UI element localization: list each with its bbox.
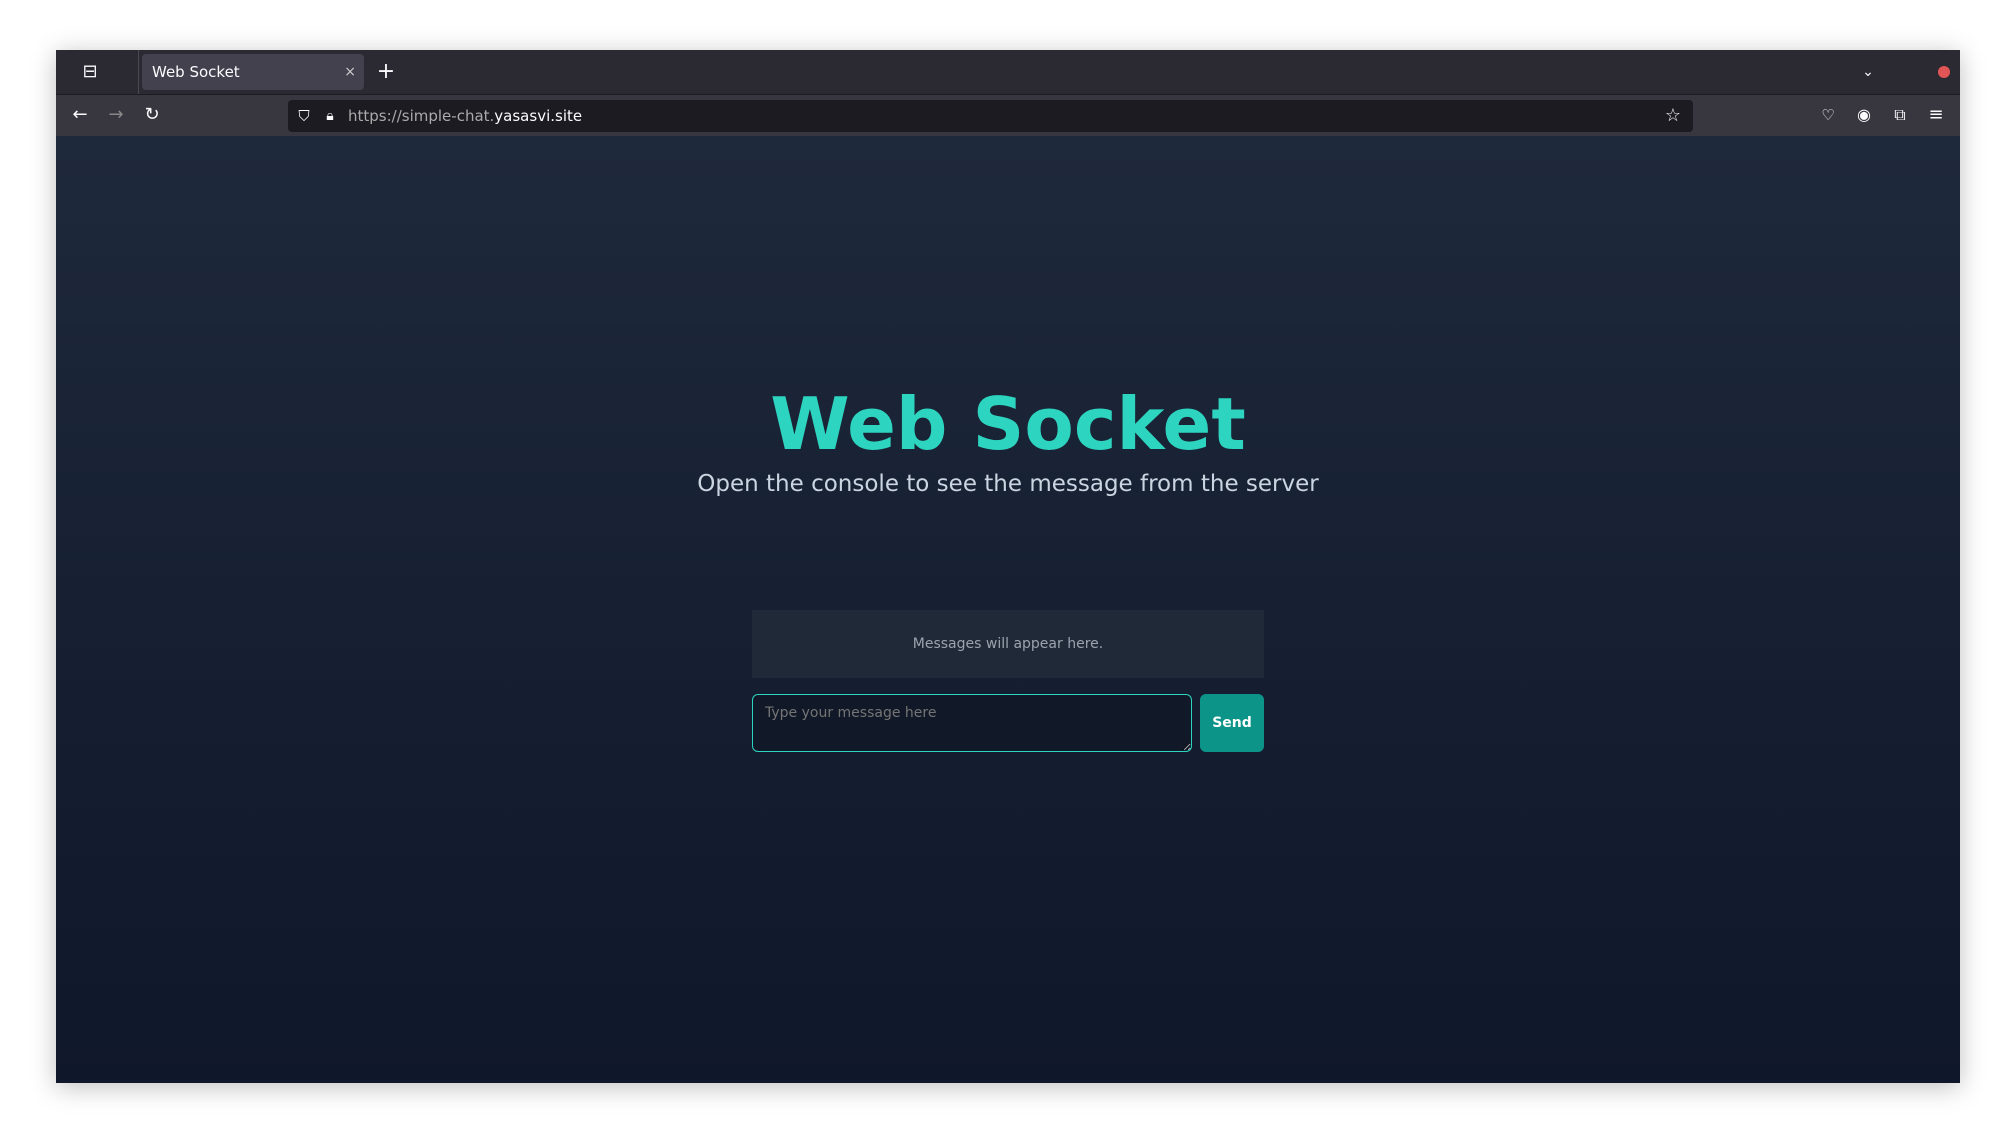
browser-window: ⊟ Web Socket × + ⌄ ← → ↻ ⛉ 🔒︎ https://sim… (56, 50, 1960, 1083)
message-input[interactable] (752, 694, 1192, 752)
back-icon[interactable]: ← (68, 105, 92, 125)
nav-bar: ← → ↻ ⛉ 🔒︎ https://simple-chat.yasasvi.s… (56, 94, 1960, 136)
lock-icon[interactable]: 🔒︎ (318, 106, 342, 126)
chevron-down-icon[interactable]: ⌄ (1856, 62, 1880, 82)
send-button[interactable]: Send (1200, 694, 1264, 752)
url-bar[interactable]: ⛉ 🔒︎ https://simple-chat.yasasvi.site ☆ (288, 100, 1693, 132)
account-icon[interactable]: ◉ (1852, 105, 1876, 125)
tab-title: Web Socket (152, 63, 240, 81)
close-icon[interactable]: × (344, 54, 356, 90)
tab-web-socket[interactable]: Web Socket × (142, 54, 364, 90)
extensions-icon[interactable]: ⧉ (1888, 105, 1912, 125)
divider (138, 50, 139, 94)
window-close-button[interactable] (1938, 66, 1950, 78)
tab-list-icon[interactable]: ⊟ (78, 62, 102, 82)
page-subtitle: Open the console to see the message from… (697, 471, 1319, 497)
url-text[interactable]: https://simple-chat.yasasvi.site (348, 100, 582, 132)
pocket-icon[interactable]: ♡ (1816, 105, 1840, 125)
reload-icon[interactable]: ↻ (140, 105, 164, 125)
messages-box: Messages will appear here. (752, 610, 1264, 678)
bookmark-star-icon[interactable]: ☆ (1661, 106, 1685, 126)
forward-icon[interactable]: → (104, 105, 128, 125)
shield-icon[interactable]: ⛉ (292, 106, 316, 126)
page-title: Web Socket (770, 382, 1246, 466)
new-tab-icon[interactable]: + (374, 61, 398, 83)
page-content: Web Socket Open the console to see the m… (56, 136, 1960, 1083)
menu-icon[interactable]: ≡ (1924, 105, 1948, 125)
tab-bar: ⊟ Web Socket × + ⌄ (56, 50, 1960, 94)
